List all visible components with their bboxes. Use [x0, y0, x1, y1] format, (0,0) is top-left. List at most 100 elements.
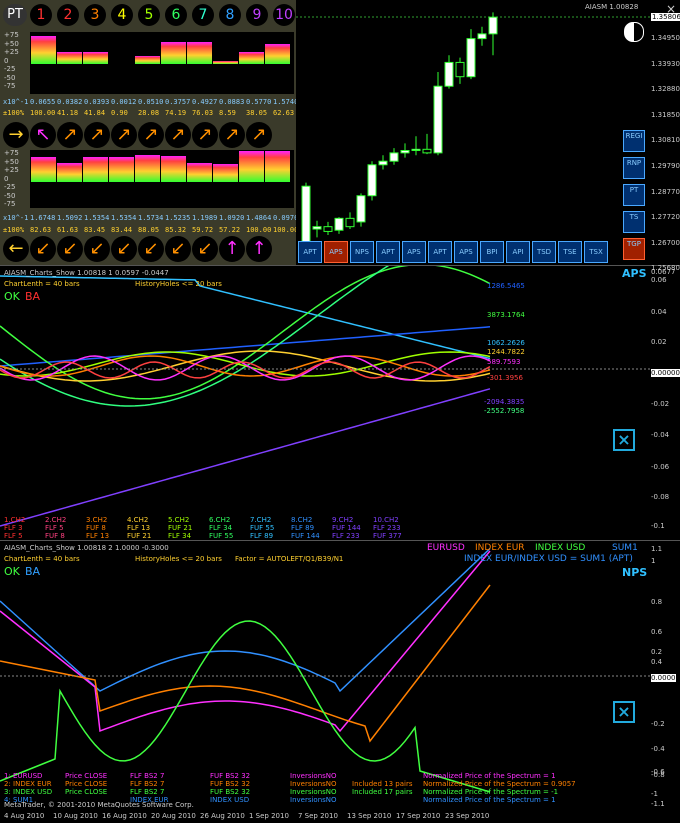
indicator1-legend-item: 5.CH2	[168, 516, 190, 524]
bottom-button-aps[interactable]: APS	[454, 241, 478, 263]
panel2-arrow-icon[interactable]: ↙	[165, 236, 191, 262]
candle-body	[389, 152, 399, 162]
panel1-arrow-icon[interactable]: ↗	[84, 122, 110, 148]
panel1.row_x10-cell: 0.5770	[246, 98, 272, 106]
panel2-arrow-icon[interactable]: ↙	[84, 236, 110, 262]
panel2-bar	[239, 151, 264, 182]
panel2.row_pct-cell: 83.45	[84, 226, 106, 234]
indicator1-legend-item: FUF 377	[373, 532, 402, 540]
indicator1-legend-item: 3.CH2	[86, 516, 108, 524]
panel2-arrow-icon[interactable]: ↙	[111, 236, 137, 262]
indicator2-axis-label: -0.2	[651, 720, 665, 728]
indicator2-header-d: SUM1	[612, 543, 638, 553]
panel1-arrow-icon[interactable]: ↗	[192, 122, 218, 148]
indicator2-legend-g: Normalized Price of the Spectrum = 1	[423, 796, 556, 804]
side-button-tgp[interactable]: TGP	[623, 238, 645, 260]
bottom-button-apt[interactable]: APT	[298, 241, 322, 263]
number-button-8[interactable]: 8	[219, 4, 241, 26]
indicator2-legend-a: 3: INDEX USD	[4, 788, 53, 796]
price-axis-label: 1.26700	[651, 238, 680, 247]
number-button-5[interactable]: 5	[138, 4, 160, 26]
number-button-9[interactable]: 9	[246, 4, 268, 26]
indicator2-header-e: INDEX EUR/INDEX USD = SUM1 (APT)	[464, 554, 633, 564]
bottom-button-aps[interactable]: APS	[324, 241, 348, 263]
panel1-scale-label: -50	[4, 73, 16, 82]
panel2-arrow-icon[interactable]: ↙	[57, 236, 83, 262]
indicator1-axis-label: -0.04	[651, 431, 670, 439]
panel1-arrow-icon[interactable]: ↗	[219, 122, 245, 148]
indicator1-value-label: 1286.5465	[487, 282, 525, 290]
indicator2-legend-c: FLF BS2 7	[130, 780, 165, 788]
indicator2-axis-label: -0.8	[651, 771, 665, 779]
number-button-7[interactable]: 7	[192, 4, 214, 26]
bottom-button-aps[interactable]: APS	[402, 241, 426, 263]
date-axis-label: 4 Aug 2010	[4, 812, 45, 820]
candle-body	[477, 33, 487, 40]
bottom-button-tsx[interactable]: TSX	[584, 241, 608, 263]
bottom-button-api[interactable]: API	[506, 241, 530, 263]
indicator2-close-icon[interactable]: ×	[613, 701, 635, 723]
number-button-2[interactable]: 2	[57, 4, 79, 26]
side-button-regi[interactable]: REGI	[623, 130, 645, 152]
panel2-bar	[213, 164, 238, 182]
panel2-scale-label: +25	[4, 166, 19, 174]
panel2-arrow-icon[interactable]: ↑	[219, 236, 245, 262]
panel1-arrow-icon[interactable]: ↗	[165, 122, 191, 148]
bottom-button-tsd[interactable]: TSD	[532, 241, 556, 263]
date-axis-label: 23 Sep 2010	[445, 812, 490, 820]
candle-body	[488, 16, 498, 35]
indicator1-legend-item: FUF 21	[168, 524, 193, 532]
panel1-bar	[265, 43, 290, 64]
bottom-button-apt[interactable]: APT	[376, 241, 400, 263]
panel1-arrow-icon[interactable]: ↗	[111, 122, 137, 148]
panel1.row_x10-cell: 0.0883	[219, 98, 245, 106]
bottom-button-bpi[interactable]: BPI	[480, 241, 504, 263]
panel1-arrow-icon[interactable]: ↗	[57, 122, 83, 148]
date-axis-label: 16 Aug 2010	[102, 812, 147, 820]
panel2-arrow-icon[interactable]: ↑	[246, 236, 272, 262]
panel2.row_pct-cell: 88.05	[138, 226, 160, 234]
panel2.row_x10-cell: 1.5235	[165, 214, 191, 222]
number-button-10[interactable]: 10	[273, 4, 295, 26]
candle-body	[455, 61, 465, 78]
indicator1-axis-label: -0.08	[651, 493, 670, 501]
indicator1-chart-length: ChartLenth = 40 bars	[4, 280, 80, 288]
panel1.row_x10-cell: 0.3757	[165, 98, 191, 106]
number-button-6[interactable]: 6	[165, 4, 187, 26]
side-button-pt[interactable]: PT	[623, 184, 645, 206]
number-button-3[interactable]: 3	[84, 4, 106, 26]
panel2-arrow-icon[interactable]: ↙	[192, 236, 218, 262]
indicator1-close-icon[interactable]: ×	[613, 429, 635, 451]
panel1-arrow-icon[interactable]: ↗	[246, 122, 272, 148]
number-button-1[interactable]: 1	[30, 4, 52, 26]
panel1.row_pct-cell: ±100%	[3, 109, 25, 117]
side-button-rnp[interactable]: RNP	[623, 157, 645, 179]
candle-body	[444, 61, 454, 87]
indicator1-legend-item: FUF 55	[250, 524, 275, 532]
panel1-arrow-icon[interactable]: ↗	[138, 122, 164, 148]
panel1-arrow-icon[interactable]: →	[3, 122, 29, 148]
indicator1-value-label: -301.3956	[487, 374, 523, 382]
panel1.row_x10-cell: 0.0382	[57, 98, 83, 106]
indicator2-legend-f: Included 17 pairs	[352, 788, 413, 796]
bottom-button-tse[interactable]: TSE	[558, 241, 582, 263]
price-axis-label: 1.33930	[651, 59, 680, 68]
bottom-button-nps[interactable]: NPS	[350, 241, 374, 263]
number-button-4[interactable]: 4	[111, 4, 133, 26]
panel2-arrow-icon[interactable]: ←	[3, 236, 29, 262]
indicator1-legend-item: FLF 34	[168, 532, 192, 540]
indicator2-legend-d: INDEX USD	[210, 796, 250, 804]
pt-button[interactable]: PT	[3, 4, 27, 26]
panel1-arrow-icon[interactable]: ↖	[30, 122, 56, 148]
indicator1-axis-label: -0.02	[651, 400, 670, 408]
bottom-button-apt[interactable]: APT	[428, 241, 452, 263]
price-axis-label: 1.31850	[651, 110, 680, 119]
panel2.row_pct-cell: 85.32	[165, 226, 187, 234]
panel2-arrow-icon[interactable]: ↙	[30, 236, 56, 262]
panel1-bar	[135, 56, 160, 64]
side-button-ts[interactable]: TS	[623, 211, 645, 233]
panel2-arrow-icon[interactable]: ↙	[138, 236, 164, 262]
indicator2-axis-label: 0.2	[651, 648, 663, 656]
panel2-scale-label: 0	[4, 174, 9, 183]
indicator1-panel	[0, 225, 680, 540]
